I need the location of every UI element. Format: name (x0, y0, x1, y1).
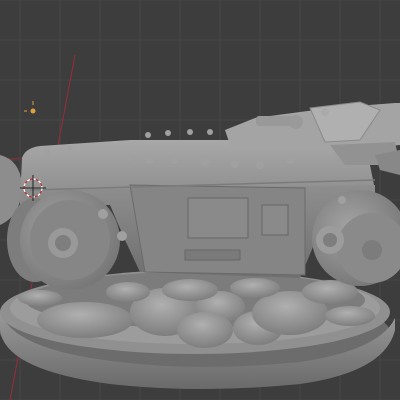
hatch-panel (187, 197, 249, 239)
lower-slot (184, 249, 241, 261)
light-icon[interactable] (24, 101, 36, 114)
tank-model[interactable] (0, 101, 400, 389)
3d-viewport[interactable] (0, 0, 400, 400)
vent-panel (261, 204, 289, 236)
